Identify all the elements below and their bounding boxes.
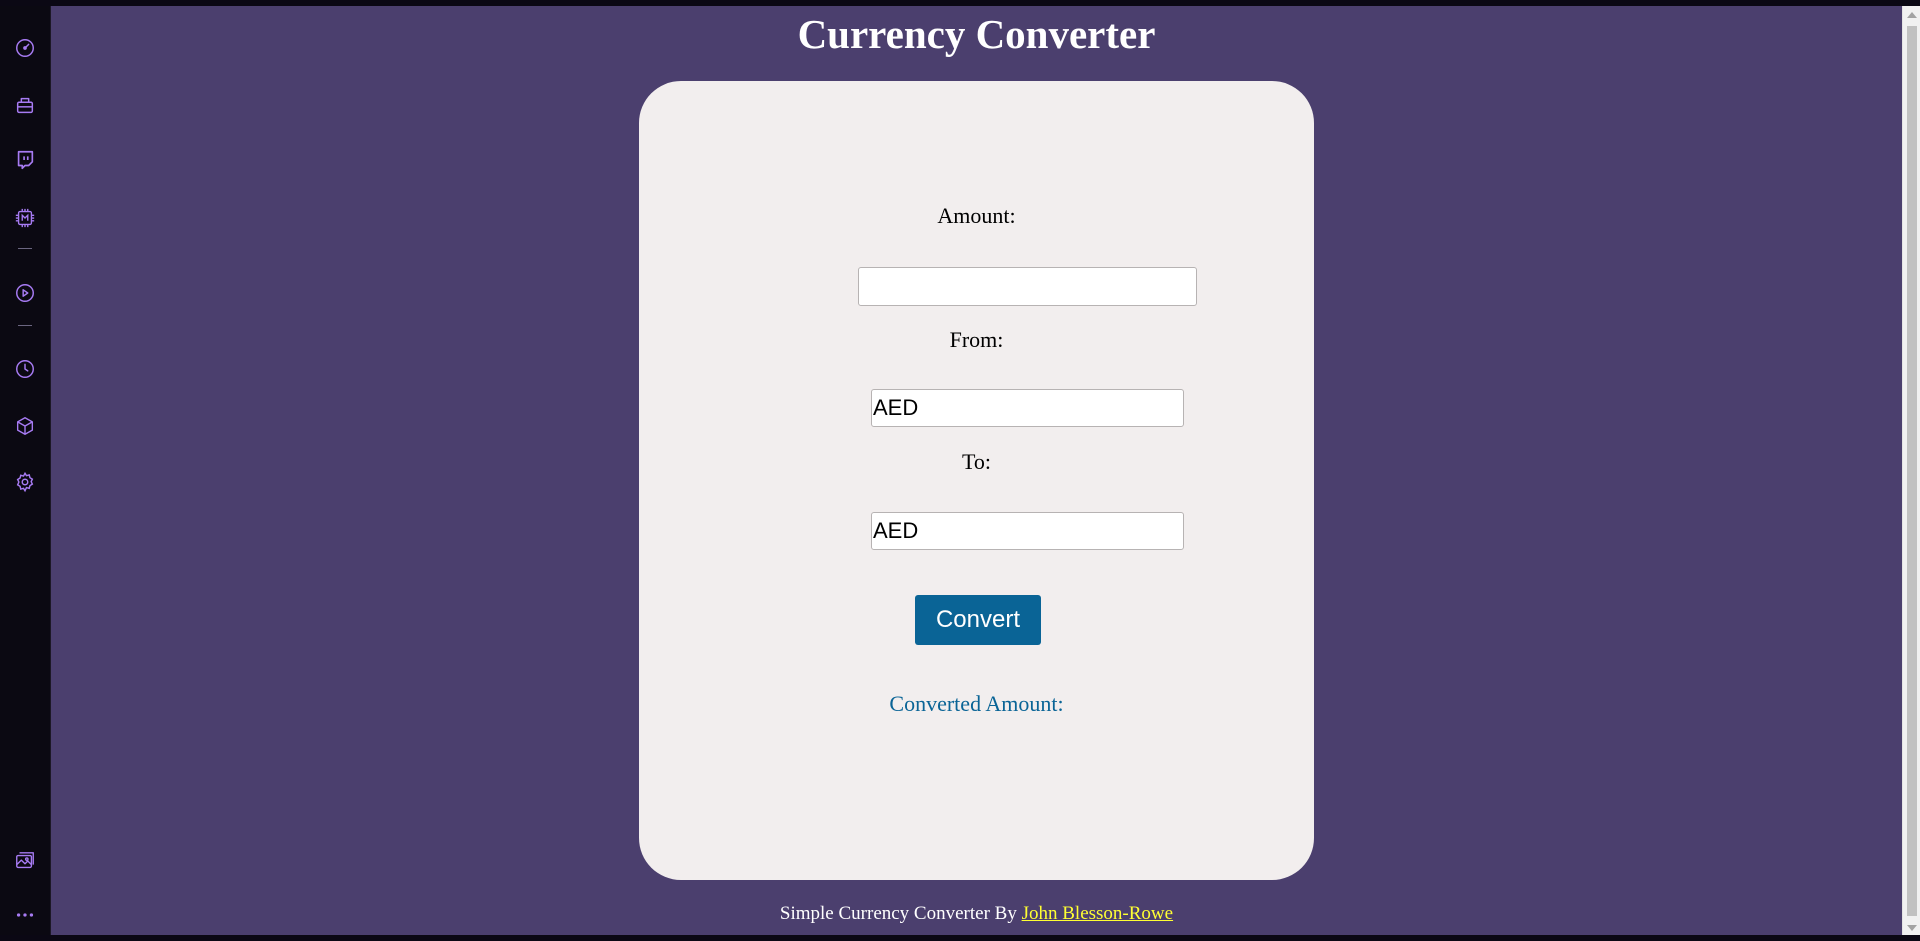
gear-icon[interactable] — [13, 470, 37, 494]
scroll-down-arrow[interactable] — [1907, 925, 1917, 931]
cube-icon[interactable] — [13, 414, 37, 438]
browser-sidebar — [0, 6, 51, 941]
play-icon[interactable] — [13, 281, 37, 305]
bag-icon[interactable] — [13, 93, 37, 117]
sidebar-divider — [18, 248, 32, 249]
from-label: From: — [949, 327, 1004, 352]
scroll-thumb[interactable] — [1907, 26, 1917, 916]
convert-button[interactable]: Convert — [915, 595, 1041, 645]
more-icon[interactable] — [13, 903, 37, 927]
chip-icon[interactable] — [13, 206, 37, 230]
twitch-icon[interactable] — [13, 148, 37, 172]
page-title: Currency Converter — [797, 11, 1156, 57]
footer-text: Simple Currency Converter By — [779, 903, 1017, 924]
to-currency-field[interactable] — [871, 512, 1184, 550]
amount-label: Amount: — [937, 203, 1016, 228]
converter-card: Amount: From: To: Convert Converted Amou… — [639, 81, 1314, 880]
converted-amount-label: Converted Amount: — [889, 691, 1064, 716]
page-content: Currency Converter Amount: From: To: Con… — [51, 6, 1902, 935]
speedometer-icon[interactable] — [13, 36, 37, 60]
vertical-scrollbar[interactable] — [1902, 6, 1920, 935]
footer: Simple Currency Converter By John Blesso… — [51, 903, 1902, 925]
from-currency-field[interactable] — [871, 389, 1184, 427]
window-bottom-bar — [0, 935, 1920, 941]
author-link[interactable]: John Blesson-Rowe — [1022, 903, 1173, 924]
scroll-up-arrow[interactable] — [1907, 12, 1917, 18]
to-label: To: — [961, 449, 991, 474]
clock-icon[interactable] — [13, 357, 37, 381]
amount-input[interactable] — [858, 267, 1197, 306]
gallery-icon[interactable] — [13, 849, 37, 873]
sidebar-divider — [18, 325, 32, 326]
